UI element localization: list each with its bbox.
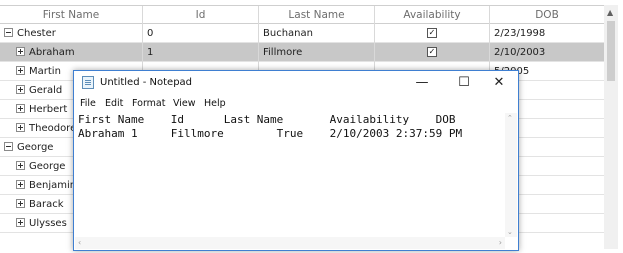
column-header-dob[interactable]: DOB <box>489 6 604 25</box>
scroll-left-icon[interactable]: ‹ <box>78 237 81 249</box>
availability-checkbox[interactable]: ✓ <box>427 47 437 57</box>
first-name-text: Herbert <box>29 104 68 115</box>
scrollbar-thumb[interactable] <box>607 21 615 81</box>
cell-id-text: 1 <box>147 47 154 58</box>
scroll-down-icon[interactable]: ⌄ <box>507 228 513 236</box>
scroll-up-icon[interactable]: ⌃ <box>507 114 513 122</box>
menu-format[interactable]: Format <box>132 96 165 112</box>
first-name-text: Martin <box>29 66 61 77</box>
first-name-text: Ulysses <box>29 218 67 229</box>
editor-line: First Name Id Last Name Availability DOB <box>78 113 456 126</box>
table-row[interactable]: Abraham 1 Fillmore ✓ 2/10/2003 <box>0 43 604 62</box>
column-header-id[interactable]: Id <box>142 6 258 25</box>
minimize-button[interactable]: — <box>403 71 441 94</box>
menu-edit[interactable]: Edit <box>105 96 123 112</box>
column-header-first-name[interactable]: First Name <box>0 6 142 25</box>
maximize-button[interactable]: ☐ <box>445 71 483 94</box>
cell-dob-text: 2/10/2003 <box>494 47 546 58</box>
scroll-right-icon[interactable]: › <box>499 237 502 249</box>
cell-last-name: Fillmore <box>258 43 374 62</box>
column-header-last-name[interactable]: Last Name <box>258 6 374 25</box>
notepad-window[interactable]: Untitled - Notepad — ☐ ✕ File Edit Forma… <box>73 70 519 251</box>
cell-availability: ✓ <box>374 24 489 43</box>
cell-first-name: Chester <box>0 24 142 43</box>
cell-dob: 2/10/2003 <box>489 43 604 62</box>
first-name-text: Gerald <box>29 85 63 96</box>
editor-line: Abraham 1 Fillmore True 2/10/2003 2:37:5… <box>78 127 463 140</box>
cell-id: 1 <box>142 43 258 62</box>
expand-plus-icon[interactable] <box>16 180 25 189</box>
collapse-minus-icon[interactable] <box>4 28 13 37</box>
expand-plus-icon[interactable] <box>16 218 25 227</box>
scroll-up-arrow-icon[interactable]: ▲ <box>607 8 613 17</box>
text-editor[interactable]: First Name Id Last Name Availability DOB… <box>78 113 502 237</box>
cell-last-name-text: Fillmore <box>263 47 303 58</box>
close-button[interactable]: ✕ <box>480 71 518 94</box>
expand-plus-icon[interactable] <box>16 199 25 208</box>
cell-first-name: Abraham <box>0 43 142 62</box>
table-row[interactable]: Chester 0 Buchanan ✓ 2/23/1998 <box>0 24 604 43</box>
expand-plus-icon[interactable] <box>16 47 25 56</box>
cell-dob: 2/23/1998 <box>489 24 604 43</box>
grid-header: First Name Id Last Name Availability DOB <box>0 5 604 25</box>
menu-file[interactable]: File <box>80 96 96 112</box>
notepad-horizontal-scrollbar[interactable]: ‹ › <box>75 237 505 249</box>
first-name-text: Theodore <box>29 123 77 134</box>
first-name-text: Chester <box>17 28 56 39</box>
availability-checkbox[interactable]: ✓ <box>427 28 437 38</box>
collapse-minus-icon[interactable] <box>4 142 13 151</box>
first-name-text: George <box>29 161 66 172</box>
grid-vertical-scrollbar[interactable]: ▲ <box>604 5 618 249</box>
menu-bar: File Edit Format View Help <box>74 96 518 112</box>
notepad-vertical-scrollbar[interactable]: ⌃ ⌄ <box>505 113 517 237</box>
expand-plus-icon[interactable] <box>16 66 25 75</box>
first-name-text: Benjamin <box>29 180 77 191</box>
first-name-text: Abraham <box>29 47 75 58</box>
notepad-title-bar[interactable]: Untitled - Notepad — ☐ ✕ <box>74 71 518 94</box>
first-name-text: Barack <box>29 199 64 210</box>
cell-last-name: Buchanan <box>258 24 374 43</box>
menu-help[interactable]: Help <box>204 96 226 112</box>
expand-plus-icon[interactable] <box>16 161 25 170</box>
expand-plus-icon[interactable] <box>16 104 25 113</box>
expand-plus-icon[interactable] <box>16 123 25 132</box>
menu-view[interactable]: View <box>173 96 196 112</box>
column-header-availability[interactable]: Availability <box>374 6 489 25</box>
notepad-icon <box>82 76 94 89</box>
cell-last-name-text: Buchanan <box>263 28 313 39</box>
expand-plus-icon[interactable] <box>16 85 25 94</box>
cell-id-text: 0 <box>147 28 154 39</box>
cell-id: 0 <box>142 24 258 43</box>
first-name-text: George <box>17 142 54 153</box>
cell-availability: ✓ <box>374 43 489 62</box>
cell-dob-text: 2/23/1998 <box>494 28 546 39</box>
window-title: Untitled - Notepad <box>100 77 193 88</box>
